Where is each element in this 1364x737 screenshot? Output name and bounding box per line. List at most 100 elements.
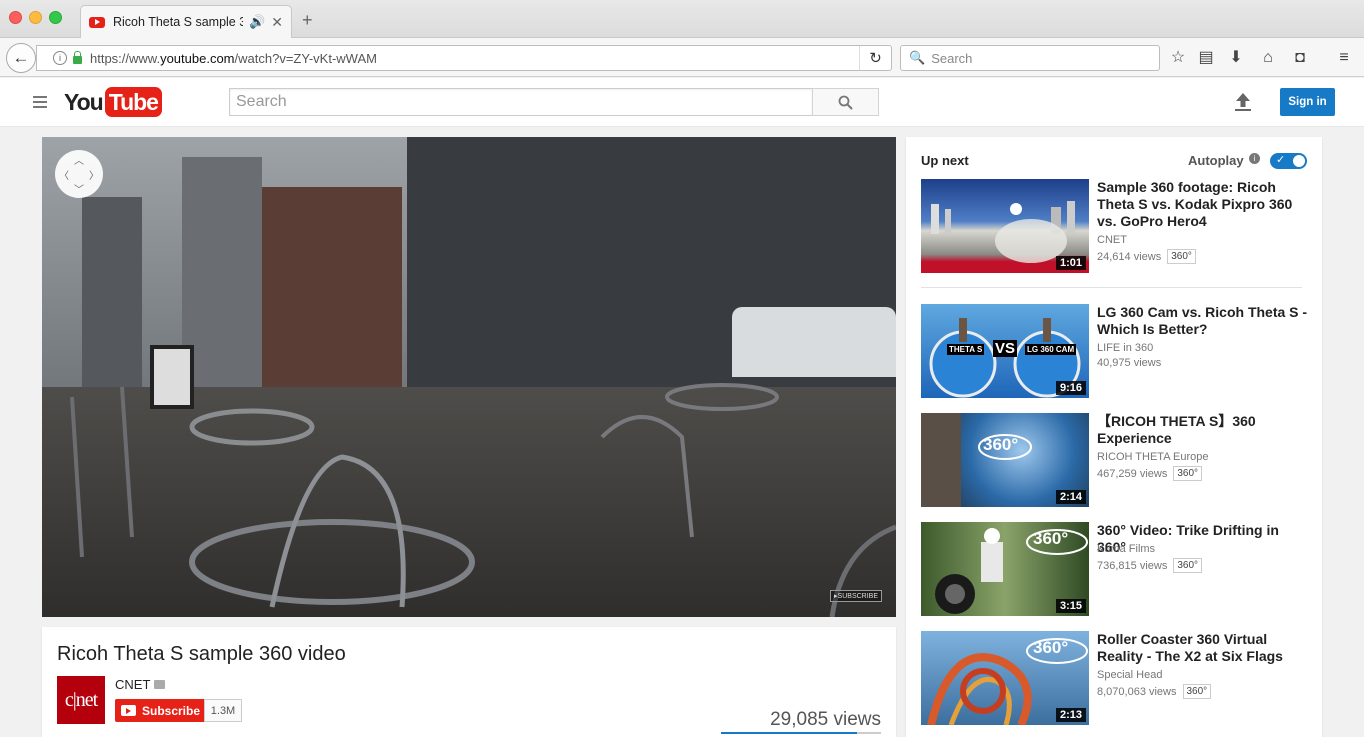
search-input[interactable]: Search bbox=[229, 88, 813, 116]
video-thumbnail[interactable]: 360° 2:13 bbox=[921, 631, 1089, 725]
divider bbox=[921, 287, 1302, 288]
360-pan-control[interactable]: ︿ ﹀ 〈 〉 bbox=[55, 150, 103, 198]
list-item[interactable]: 1:01 Sample 360 footage: Ricoh Theta S v… bbox=[921, 179, 1311, 273]
url-prefix: https://www. bbox=[90, 50, 161, 66]
thumb-label: LG 360 CAM bbox=[1025, 344, 1077, 355]
browser-tab[interactable]: Ricoh Theta S sample 3... 🔊 ✕ bbox=[80, 5, 292, 38]
reload-icon[interactable]: ↻ bbox=[859, 46, 891, 70]
thumb-label: THETA S bbox=[947, 344, 985, 355]
chevron-right-icon[interactable]: 〉 bbox=[89, 167, 99, 182]
like-ratio-bar bbox=[721, 732, 881, 734]
recommended-channel: RICOH THETA Europe bbox=[1097, 451, 1209, 463]
recommended-title[interactable]: Roller Coaster 360 Virtual Reality - The… bbox=[1097, 631, 1309, 665]
video-duration: 2:14 bbox=[1055, 490, 1086, 504]
360-badge: 360° bbox=[1167, 249, 1196, 264]
recommended-title[interactable]: 【RICOH THETA S】360 Experience bbox=[1097, 413, 1309, 447]
browser-navbar: ← i https://www.youtube.com/watch?v=ZY-v… bbox=[0, 38, 1364, 77]
download-icon[interactable]: ⬇ bbox=[1226, 48, 1246, 68]
tab-title: Ricoh Theta S sample 3... bbox=[113, 15, 244, 29]
video-duration: 9:16 bbox=[1055, 381, 1086, 395]
info-icon[interactable]: i bbox=[53, 51, 67, 65]
list-item[interactable]: THETA S VS LG 360 CAM 9:16 LG 360 Cam vs… bbox=[921, 304, 1311, 398]
menu-icon[interactable]: ≡ bbox=[1334, 48, 1354, 68]
youtube-logo[interactable]: You Tube bbox=[64, 87, 162, 117]
channel-name-link[interactable]: CNET bbox=[115, 677, 166, 692]
youtube-header: You Tube Search Sign in bbox=[0, 78, 1364, 127]
recommended-views: 24,614 views 360° bbox=[1097, 249, 1196, 264]
url-path: /watch?v=ZY-vKt-wWAM bbox=[234, 50, 377, 66]
subscribe-button[interactable]: Subscribe bbox=[115, 699, 204, 722]
video-thumbnail[interactable]: THETA S VS LG 360 CAM 9:16 bbox=[921, 304, 1089, 398]
view-count: 29,085 views bbox=[770, 709, 881, 730]
lock-icon bbox=[73, 51, 82, 64]
new-tab-button[interactable]: + bbox=[302, 10, 313, 31]
back-button[interactable]: ← bbox=[6, 43, 36, 73]
chevron-up-icon[interactable]: ︿ bbox=[74, 152, 84, 167]
thumb-label: VS bbox=[993, 340, 1018, 357]
video-duration: 3:15 bbox=[1055, 599, 1086, 613]
reading-list-icon[interactable]: ▤ bbox=[1196, 48, 1216, 68]
360-badge: 360° bbox=[1182, 684, 1212, 699]
video-thumbnail[interactable]: 360° 3:15 bbox=[921, 522, 1089, 616]
list-item[interactable]: 360° 2:13 Roller Coaster 360 Virtual Rea… bbox=[921, 631, 1311, 725]
video-info-panel: Ricoh Theta S sample 360 video c|net CNE… bbox=[42, 627, 896, 737]
pocket-icon[interactable]: ◘ bbox=[1290, 48, 1310, 68]
search-engine-icon: 🔍 bbox=[909, 50, 926, 65]
chevron-left-icon[interactable]: 〈 bbox=[59, 167, 69, 182]
like-ratio-fill bbox=[721, 732, 857, 734]
subscriber-count: 1.3M bbox=[204, 699, 242, 722]
recommended-views: 8,070,063 views 360° bbox=[1097, 684, 1212, 699]
recommended-views: 736,815 views 360° bbox=[1097, 558, 1203, 573]
recommended-title[interactable]: LG 360 Cam vs. Ricoh Theta S - Which Is … bbox=[1097, 304, 1309, 338]
browser-search-input[interactable]: 🔍 Search bbox=[900, 45, 1160, 71]
views-text: 40,975 views bbox=[1097, 357, 1162, 369]
tab-close-icon[interactable]: ✕ bbox=[271, 14, 283, 31]
up-next-sidebar: Up next Autoplay i ✓ 1:01 Sample 360 foo… bbox=[906, 137, 1322, 737]
up-next-heading: Up next bbox=[921, 153, 969, 168]
logo-tube: Tube bbox=[104, 87, 162, 117]
search-button[interactable] bbox=[812, 88, 879, 116]
list-item[interactable]: 360° 2:14 【RICOH THETA S】360 Experience … bbox=[921, 413, 1311, 507]
subscribe-label: Subscribe bbox=[142, 703, 201, 718]
sign-in-button[interactable]: Sign in bbox=[1280, 88, 1335, 116]
guide-menu-icon[interactable] bbox=[33, 96, 47, 111]
video-frame-scene bbox=[70, 345, 896, 617]
upload-icon[interactable] bbox=[1234, 92, 1252, 112]
home-icon[interactable]: ⌂ bbox=[1258, 48, 1278, 68]
youtube-play-icon bbox=[121, 705, 136, 716]
views-text: 736,815 views bbox=[1097, 559, 1168, 572]
views-text: 467,259 views bbox=[1097, 467, 1168, 480]
recommended-title[interactable]: Sample 360 footage: Ricoh Theta S vs. Ko… bbox=[1097, 179, 1309, 230]
360-badge: 360° bbox=[1173, 466, 1203, 481]
360-badge: 360° bbox=[1173, 558, 1203, 573]
info-icon[interactable]: i bbox=[1249, 153, 1260, 164]
video-player[interactable]: ︿ ﹀ 〈 〉 ▸SUBSCRIBE bbox=[42, 137, 896, 617]
check-icon: ✓ bbox=[1276, 154, 1286, 166]
list-item[interactable]: 360° 3:15 360° Video: Trike Drifting in … bbox=[921, 522, 1311, 616]
autoplay-toggle[interactable]: ✓ bbox=[1270, 153, 1307, 169]
address-bar[interactable]: i https://www.youtube.com/watch?v=ZY-vKt… bbox=[36, 45, 892, 71]
chevron-down-icon[interactable]: ﹀ bbox=[74, 181, 84, 196]
recommended-views: 467,259 views 360° bbox=[1097, 466, 1203, 481]
url-text[interactable]: https://www.youtube.com/watch?v=ZY-vKt-w… bbox=[90, 51, 859, 66]
autoplay-label: Autoplay bbox=[1188, 153, 1244, 168]
thumb-label: 360° bbox=[983, 435, 1019, 454]
browser-titlebar: Ricoh Theta S sample 3... 🔊 ✕ + bbox=[0, 0, 1364, 38]
video-duration: 2:13 bbox=[1055, 708, 1086, 722]
arrow-left-icon: ← bbox=[12, 48, 30, 67]
speaker-icon[interactable]: 🔊 bbox=[249, 14, 265, 30]
close-window-button[interactable] bbox=[9, 11, 22, 24]
video-title: Ricoh Theta S sample 360 video bbox=[57, 643, 346, 665]
channel-avatar[interactable]: c|net bbox=[57, 676, 105, 724]
minimize-window-button[interactable] bbox=[29, 11, 42, 24]
video-thumbnail[interactable]: 360° 2:14 bbox=[921, 413, 1089, 507]
recommended-channel: Kuma Films bbox=[1097, 543, 1156, 555]
verified-icon bbox=[154, 680, 166, 689]
subscribe-watermark[interactable]: ▸SUBSCRIBE bbox=[830, 590, 882, 602]
thumb-label: 360° bbox=[1033, 529, 1069, 548]
bookmark-star-icon[interactable]: ☆ bbox=[1168, 48, 1188, 68]
video-thumbnail[interactable]: 1:01 bbox=[921, 179, 1089, 273]
maximize-window-button[interactable] bbox=[49, 11, 62, 24]
recommended-channel: CNET bbox=[1097, 234, 1127, 246]
browser-search-placeholder: Search bbox=[931, 50, 973, 66]
